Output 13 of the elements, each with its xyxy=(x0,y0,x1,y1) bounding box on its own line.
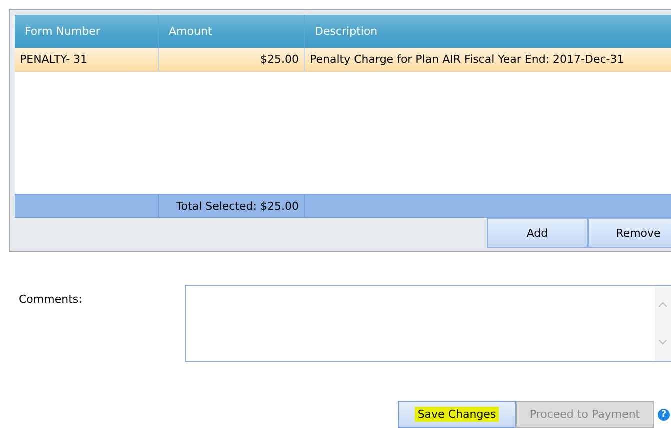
scroll-down-icon[interactable] xyxy=(658,339,668,346)
total-text: Total Selected: $25.00 xyxy=(159,195,305,217)
save-changes-button[interactable]: Save Changes xyxy=(398,401,516,428)
help-icon[interactable]: ? xyxy=(658,408,670,420)
table-cell: PENALTY- 31 xyxy=(15,48,159,71)
add-button[interactable]: Add xyxy=(487,218,588,248)
comments-field[interactable] xyxy=(185,285,671,362)
comments-label: Comments: xyxy=(19,293,82,306)
remove-button[interactable]: Remove xyxy=(588,218,671,248)
table-cell: Penalty Charge for Plan AIR Fiscal Year End: 2017-Dec-31 xyxy=(305,48,671,71)
table-cell: $25.00 xyxy=(159,48,305,71)
scroll-up-icon[interactable] xyxy=(658,302,668,308)
table-row[interactable]: PENALTY- 31 $25.00 Penalty Charge for Plan AIR Fiscal Year End: 2017-Dec-31 xyxy=(15,48,671,72)
